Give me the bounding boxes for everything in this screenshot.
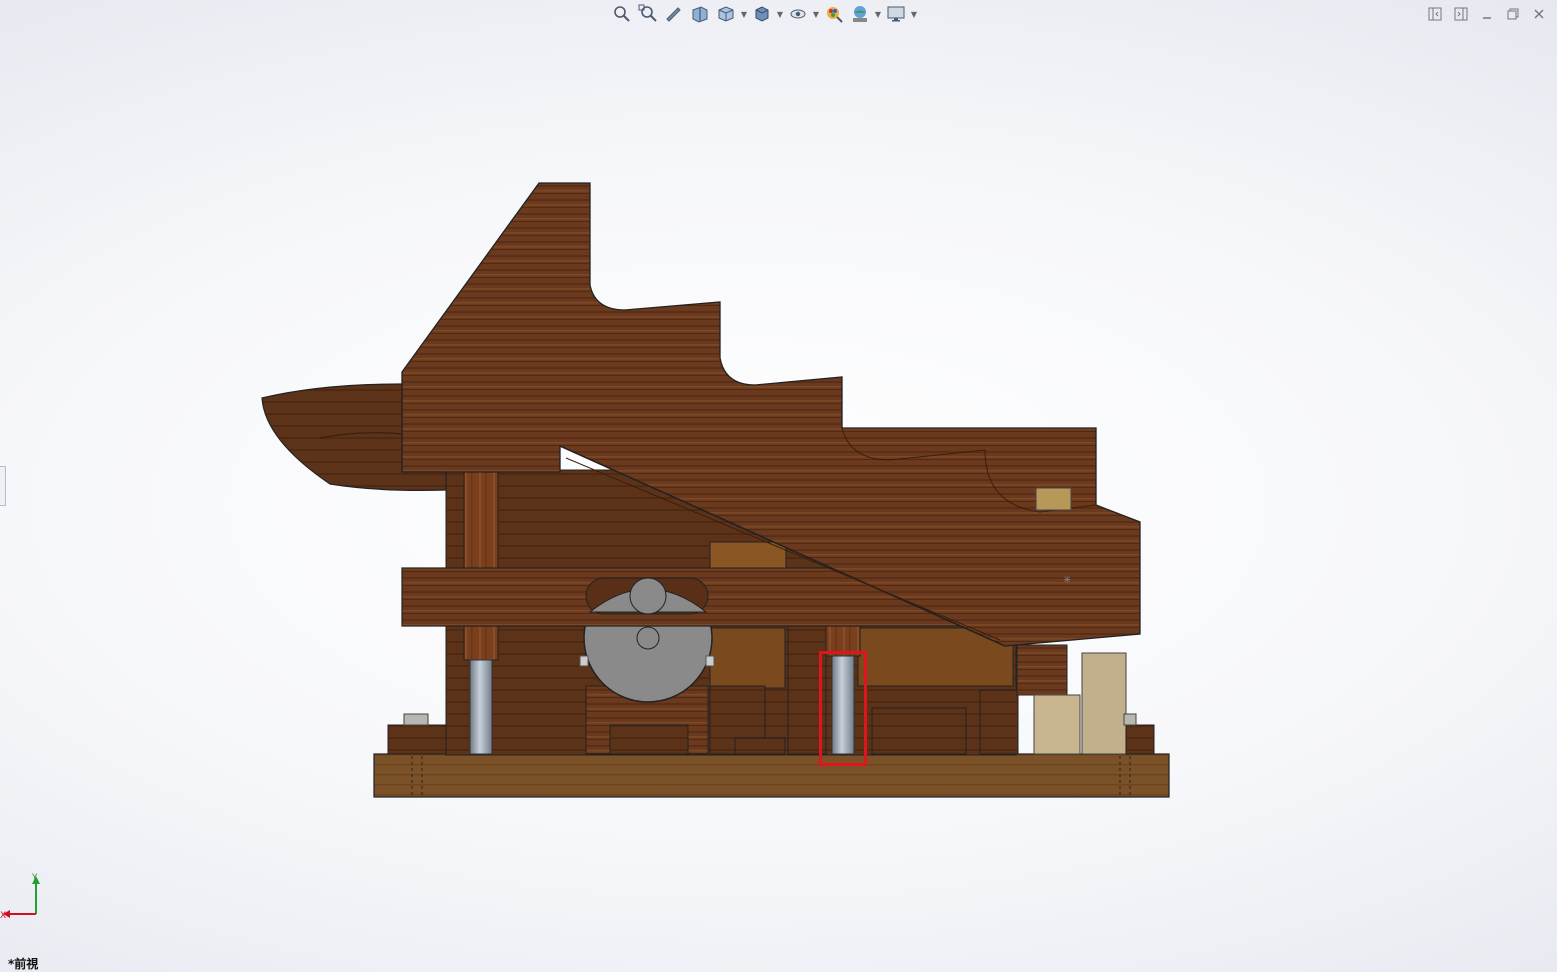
graphics-area[interactable]: ▼ ▼ ▼ ▼ ▼ ✳ Y X *前視 — [0, 0, 1557, 972]
highlighted-guide-rod-selection[interactable] — [819, 651, 867, 766]
coordinate-triad: Y X — [0, 873, 40, 921]
svg-text:✳: ✳ — [1063, 575, 1071, 586]
view-name-label: *前視 — [8, 957, 39, 971]
base-board — [373, 753, 1170, 798]
left-foot-block — [387, 724, 449, 755]
cad-model[interactable]: ✳ — [0, 0, 1557, 972]
triad-y-label: Y — [31, 873, 38, 883]
guide-rod-left — [469, 659, 493, 755]
triad-x-label: X — [0, 911, 6, 921]
